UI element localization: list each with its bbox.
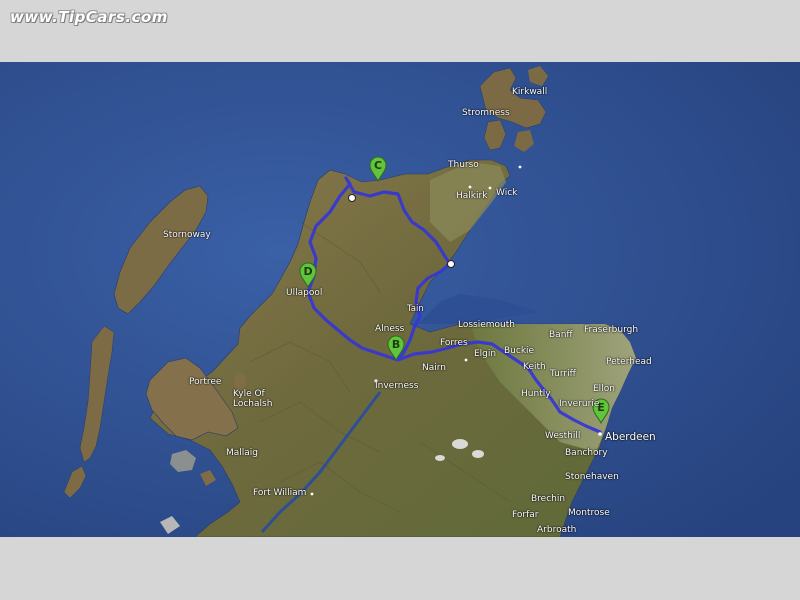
label-buckie: Buckie	[504, 346, 535, 356]
marker-c-label: C	[374, 159, 382, 172]
waypoint-dot-1	[348, 194, 356, 202]
label-forfar: Forfar	[512, 510, 539, 520]
label-wick: Wick	[496, 188, 518, 198]
label-fort-william: Fort William	[253, 488, 307, 498]
label-halkirk: Halkirk	[456, 191, 488, 201]
top-band: www.TipCars.com	[0, 0, 800, 62]
label-kyle-of-lochalsh: Kyle Of Lochalsh	[233, 389, 273, 410]
label-mallaig: Mallaig	[226, 448, 259, 458]
label-turriff: Turriff	[550, 369, 576, 379]
label-tain: Tain	[407, 304, 424, 314]
label-montrose: Montrose	[568, 508, 610, 518]
label-banff: Banff	[549, 330, 573, 340]
marker-b-label: B	[392, 338, 400, 351]
label-forres: Forres	[440, 338, 468, 348]
map-canvas: B C D E	[0, 62, 800, 537]
label-fraserburgh: Fraserburgh	[584, 325, 639, 335]
label-ullapool: Ullapool	[286, 288, 323, 298]
map-view[interactable]: B C D E Kirkwall Stromness Thurso Halkir…	[0, 62, 800, 537]
label-huntly: Huntly	[521, 389, 551, 399]
label-ellon: Ellon	[593, 384, 615, 394]
label-inverness: Inverness	[375, 381, 419, 391]
label-brechin: Brechin	[531, 494, 566, 504]
label-portree: Portree	[189, 377, 222, 387]
label-thurso: Thurso	[448, 160, 479, 170]
label-inverurie: Inverurie	[559, 399, 600, 409]
label-stromness: Stromness	[462, 108, 510, 118]
waypoint-dot-2	[447, 260, 455, 268]
label-stornoway: Stornoway	[163, 230, 211, 240]
label-banchory: Banchory	[565, 448, 608, 458]
label-nairn: Nairn	[422, 363, 446, 373]
label-keith: Keith	[523, 362, 546, 372]
label-kirkwall: Kirkwall	[512, 87, 548, 97]
label-lossiemouth: Lossiemouth	[458, 320, 515, 330]
label-alness: Alness	[375, 324, 405, 334]
site-watermark: www.TipCars.com	[10, 8, 168, 26]
label-westhill: Westhill	[545, 431, 581, 441]
label-aberdeen: Aberdeen	[605, 431, 656, 443]
label-elgin: Elgin	[474, 349, 497, 359]
label-arbroath: Arbroath	[537, 525, 577, 535]
label-stonehaven: Stonehaven	[565, 472, 619, 482]
label-peterhead: Peterhead	[606, 357, 652, 367]
marker-d-label: D	[303, 265, 312, 278]
bottom-band	[0, 537, 800, 600]
